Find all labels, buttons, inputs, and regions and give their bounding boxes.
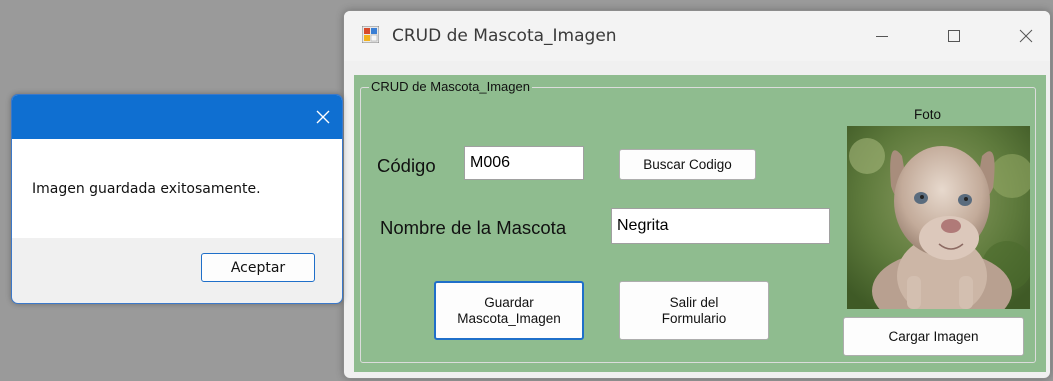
title-bar[interactable]: CRUD de Mascota_Imagen [344, 11, 1050, 61]
foto-label: Foto [914, 107, 942, 122]
guardar-button-line1: Guardar [484, 294, 534, 310]
groupbox-crud: CRUD de Mascota_Imagen Código Buscar Cod… [360, 79, 1036, 363]
salir-button-line1: Salir del [669, 294, 719, 310]
nombre-input[interactable] [611, 208, 830, 244]
minimize-button[interactable] [862, 21, 902, 51]
message-box: Imagen guardada exitosamente. Aceptar [11, 94, 343, 304]
nombre-label: Nombre de la Mascota [380, 217, 567, 238]
message-close-button[interactable] [312, 106, 334, 128]
message-text: Imagen guardada exitosamente. [32, 181, 261, 197]
form-client-area: CRUD de Mascota_Imagen Código Buscar Cod… [354, 75, 1046, 372]
message-title-bar[interactable] [12, 95, 342, 139]
cargar-imagen-button[interactable]: Cargar Imagen [843, 317, 1024, 356]
puppy-photo-image [847, 126, 1030, 309]
buscar-codigo-button[interactable]: Buscar Codigo [619, 149, 756, 180]
minimize-icon [876, 36, 888, 37]
close-button[interactable] [1006, 21, 1046, 51]
guardar-button[interactable]: Guardar Mascota_Imagen [434, 281, 584, 340]
salir-button-line2: Formulario [661, 310, 727, 326]
codigo-label: Código [377, 155, 436, 176]
maximize-button[interactable] [934, 21, 974, 51]
close-icon [1019, 29, 1033, 43]
aceptar-button[interactable]: Aceptar [201, 253, 315, 282]
maximize-icon [948, 30, 960, 42]
window-title: CRUD de Mascota_Imagen [392, 26, 617, 46]
salir-button[interactable]: Salir del Formulario [619, 281, 769, 340]
form-app-icon [362, 26, 379, 43]
message-body: Imagen guardada exitosamente. [12, 139, 342, 238]
close-icon [316, 110, 330, 124]
guardar-button-line2: Mascota_Imagen [457, 310, 561, 326]
pet-photo [847, 126, 1030, 309]
codigo-input[interactable] [464, 146, 584, 180]
groupbox-label: CRUD de Mascota_Imagen [369, 79, 532, 94]
main-window: CRUD de Mascota_Imagen CRUD de Mascota_I… [343, 10, 1051, 379]
